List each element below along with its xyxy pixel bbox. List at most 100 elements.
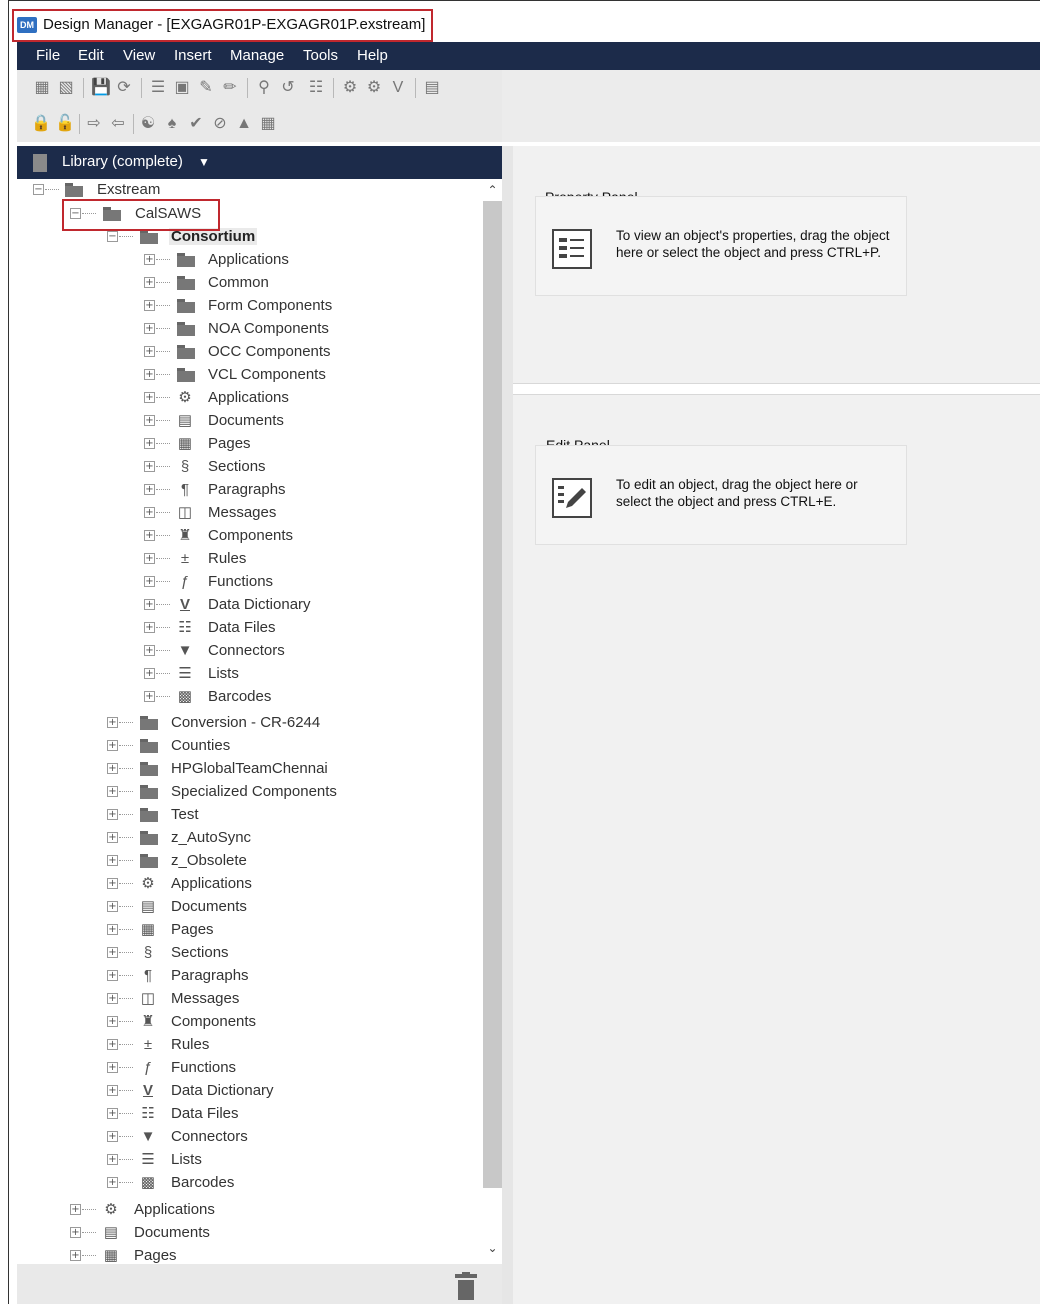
menu-edit[interactable]: Edit [78,47,104,64]
tree-node[interactable]: + z_Obsolete [17,850,483,873]
stack-icon[interactable]: ☷ [307,79,325,97]
expand-icon[interactable]: + [144,553,155,564]
expand-icon[interactable]: + [107,947,118,958]
tree-node[interactable]: + ± Rules [17,548,483,571]
check-in-icon[interactable]: ⇨ [85,115,103,133]
tree-node[interactable]: + ▦ Pages [17,433,483,456]
tree-node[interactable]: + ¶ Paragraphs [17,965,483,988]
tree-node[interactable]: + ▩ Barcodes [17,686,483,709]
tree-node[interactable]: + NOA Components [17,318,483,341]
collapse-icon[interactable]: − [107,231,118,242]
expand-icon[interactable]: + [107,901,118,912]
tree-node[interactable]: + ♜ Components [17,525,483,548]
expand-icon[interactable]: + [144,369,155,380]
tree-node[interactable]: + ± Rules [17,1034,483,1057]
expand-icon[interactable]: + [107,924,118,935]
tree-node[interactable]: + Counties [17,735,483,758]
tree-node[interactable]: + V Data Dictionary [17,1080,483,1103]
abc-def-icon[interactable]: ✏ [221,79,239,97]
approve-icon[interactable]: ✔ [187,115,205,133]
chevron-down-icon[interactable]: ▼ [198,155,210,169]
user-link-icon[interactable]: ♠ [163,115,181,133]
expand-icon[interactable]: + [107,1108,118,1119]
tree-node[interactable]: + ▦ Pages [17,1245,483,1264]
circle-gear-icon[interactable]: ⚙ [341,79,359,97]
tree-node[interactable]: + ◫ Messages [17,502,483,525]
export-icon[interactable]: ▧ [57,79,75,97]
tree-node[interactable]: + ▼ Connectors [17,640,483,663]
library-header[interactable]: Library (complete) ▼ [17,146,502,179]
tree-node[interactable]: + ▼ Connectors [17,1126,483,1149]
tree-node[interactable]: + Specialized Components [17,781,483,804]
tree-node[interactable]: + ☰ Lists [17,1149,483,1172]
mark-icon[interactable]: ▲ [235,115,253,133]
expand-icon[interactable]: + [107,1085,118,1096]
tree-node[interactable]: + ƒ Functions [17,571,483,594]
expand-icon[interactable]: + [144,576,155,587]
variable-icon[interactable]: V [389,79,407,97]
expand-icon[interactable]: + [144,645,155,656]
gear-icon[interactable]: ⚙ [365,79,383,97]
expand-icon[interactable]: + [107,1177,118,1188]
users-icon[interactable]: ☯ [139,115,157,133]
expand-icon[interactable]: + [144,622,155,633]
trash-icon[interactable] [455,1272,477,1300]
chevron-up-icon[interactable]: ⌃ [483,183,502,197]
expand-icon[interactable]: + [144,277,155,288]
expand-icon[interactable]: + [144,438,155,449]
tree-node[interactable]: + V Data Dictionary [17,594,483,617]
expand-icon[interactable]: + [107,786,118,797]
expand-icon[interactable]: + [107,832,118,843]
tree-node[interactable]: + ◫ Messages [17,988,483,1011]
menu-tools[interactable]: Tools [303,47,338,64]
reject-icon[interactable]: ⊘ [211,115,229,133]
property-panel[interactable]: To view an object's properties, drag the… [535,196,907,296]
tree-node[interactable]: + Common [17,272,483,295]
expand-icon[interactable]: + [70,1250,81,1261]
tree-node[interactable]: + ¶ Paragraphs [17,479,483,502]
tree-node[interactable]: + ⚙ Applications [17,387,483,410]
tree-node[interactable]: + ♜ Components [17,1011,483,1034]
expand-icon[interactable]: + [107,1016,118,1027]
import-icon[interactable]: ▦ [33,79,51,97]
tree-node[interactable]: + § Sections [17,942,483,965]
expand-icon[interactable]: + [107,763,118,774]
tree-node[interactable]: + Test [17,804,483,827]
expand-icon[interactable]: + [107,855,118,866]
tree-node[interactable]: + ▤ Documents [17,896,483,919]
expand-icon[interactable]: + [144,507,155,518]
tree-node[interactable]: + ▩ Barcodes [17,1172,483,1195]
tree-node[interactable]: + ▦ Pages [17,919,483,942]
refresh-icon[interactable]: ⟳ [115,79,133,97]
tree-node[interactable]: + ⚙ Applications [17,873,483,896]
expand-icon[interactable]: + [107,1062,118,1073]
expand-icon[interactable]: + [144,599,155,610]
tree-node[interactable]: + VCL Components [17,364,483,387]
expand-icon[interactable]: + [107,740,118,751]
tree-node[interactable]: + Form Components [17,295,483,318]
expand-icon[interactable]: + [144,323,155,334]
tree-node[interactable]: + ▤ Documents [17,1222,483,1245]
expand-icon[interactable]: + [144,530,155,541]
expand-icon[interactable]: + [144,691,155,702]
expand-icon[interactable]: + [107,1039,118,1050]
expand-icon[interactable]: + [107,1131,118,1142]
panel-splitter[interactable] [513,383,1040,395]
expand-icon[interactable]: + [144,300,155,311]
tree-node[interactable]: + Conversion - CR-6244 [17,712,483,735]
menu-help[interactable]: Help [357,47,388,64]
tree-scrollbar[interactable]: ⌃ ⌄ [483,179,502,1264]
scrollbar-thumb[interactable] [483,201,502,1188]
tree-node[interactable]: + Applications [17,249,483,272]
tree-node[interactable]: + ☷ Data Files [17,617,483,640]
check-out-icon[interactable]: ⇦ [109,115,127,133]
document-icon[interactable]: ▣ [173,79,191,97]
expand-icon[interactable]: + [70,1227,81,1238]
tree-node[interactable]: + ⚙ Applications [17,1199,483,1222]
replace-icon[interactable]: ↺ [279,79,297,97]
expand-icon[interactable]: + [144,254,155,265]
menu-insert[interactable]: Insert [174,47,212,64]
tree-node[interactable]: + HPGlobalTeamChennai [17,758,483,781]
expand-icon[interactable]: + [144,392,155,403]
expand-icon[interactable]: + [107,809,118,820]
